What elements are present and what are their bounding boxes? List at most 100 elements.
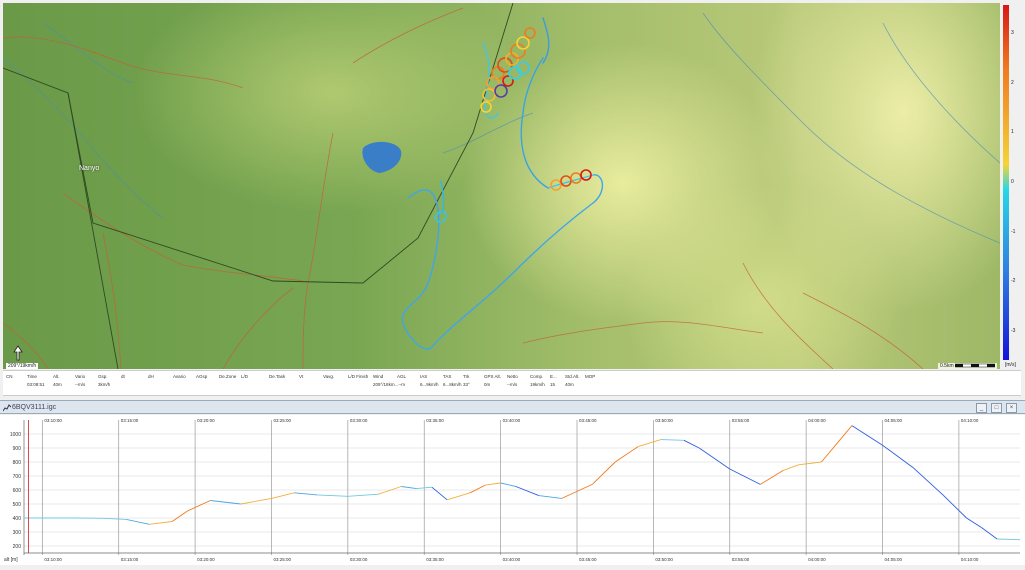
y-axis-label: alt [m] <box>4 557 18 563</box>
lake <box>362 142 401 173</box>
info-value: 0m <box>484 382 490 387</box>
wind-readout: 209°/19km/h <box>6 363 38 369</box>
info-header: Vario <box>75 374 85 379</box>
altitude-line-segment <box>432 487 447 500</box>
info-value: 40m <box>53 382 62 387</box>
graph-icon <box>3 404 11 412</box>
river-lines <box>3 13 1000 243</box>
info-header: Time <box>27 374 37 379</box>
x-tick-label: 04:00:00 <box>808 557 826 562</box>
altitude-line-segment <box>149 522 172 525</box>
altitude-line-segment <box>944 496 967 518</box>
x-tick-label-top: 03:10:00 <box>44 418 62 423</box>
x-tick-label: 03:30:00 <box>350 557 368 562</box>
altitude-line-segment <box>684 440 699 448</box>
info-value: 6...8km/h <box>443 382 462 387</box>
map-view[interactable]: Nanyo 209°/19km/h 0.5km <box>3 3 1000 369</box>
altitude-line-segment <box>699 448 730 469</box>
altitude-line-segment <box>348 494 379 496</box>
altitude-line-segment <box>997 539 1020 540</box>
info-header: Vavg. <box>323 374 334 379</box>
info-header: Std.Alt. <box>565 374 580 379</box>
color-scale-label: 1 <box>1011 129 1014 135</box>
altitude-line-segment <box>187 501 210 512</box>
x-tick-label-top: 03:15:00 <box>121 418 139 423</box>
x-tick-label-top: 03:35:00 <box>426 418 444 423</box>
y-tick-label: 500 <box>13 502 22 508</box>
info-value: 33° <box>463 382 470 387</box>
x-tick-label: 04:10:00 <box>961 557 979 562</box>
info-header: Vt <box>299 374 303 379</box>
minimize-button[interactable]: _ <box>976 403 987 413</box>
info-header: Comp. <box>530 374 543 379</box>
y-tick-label: 600 <box>13 488 22 494</box>
x-tick-label-top: 03:45:00 <box>579 418 597 423</box>
vario-color-scale <box>1003 5 1009 360</box>
altitude-line-segment <box>447 493 470 500</box>
altitude-line-segment <box>883 445 914 467</box>
altitude-chart-svg[interactable]: 200300400500600700800900100003:10:0003:1… <box>0 415 1025 565</box>
color-scale-label: 3 <box>1011 30 1014 36</box>
altitude-line-segment <box>913 468 944 496</box>
x-tick-label: 03:15:00 <box>121 557 139 562</box>
x-tick-label: 03:20:00 <box>197 557 215 562</box>
altitude-line-segment <box>516 487 539 496</box>
altitude-line-segment <box>615 447 638 462</box>
panel-titlebar: 6BQV3111.igc _ □ × <box>0 400 1025 414</box>
x-tick-label: 03:50:00 <box>655 557 673 562</box>
close-button[interactable]: × <box>1006 403 1017 413</box>
altitude-line-segment <box>172 511 187 522</box>
x-tick-label-top: 03:30:00 <box>350 418 368 423</box>
panel-title: 6BQV3111.igc <box>12 404 56 411</box>
info-header: E... <box>550 374 557 379</box>
altitude-line-segment <box>638 440 661 447</box>
altitude-line-segment <box>241 498 272 504</box>
x-tick-label-top: 04:10:00 <box>961 418 979 423</box>
altitude-line-segment <box>730 469 761 484</box>
x-tick-label-top: 03:40:00 <box>503 418 521 423</box>
maximize-button[interactable]: □ <box>991 403 1002 413</box>
x-tick-label-top: 04:00:00 <box>808 418 826 423</box>
x-tick-label: 03:10:00 <box>44 557 62 562</box>
altitude-line-segment <box>760 470 783 484</box>
altitude-line-segment <box>967 518 982 528</box>
info-value: 3km/h <box>98 382 110 387</box>
info-header: dt <box>121 374 125 379</box>
x-tick-label-top: 04:05:00 <box>885 418 903 423</box>
info-value: 209°/18km...--m <box>373 382 405 387</box>
altitude-line-segment <box>783 465 798 471</box>
y-tick-label: 200 <box>13 544 22 550</box>
road-lines <box>3 8 923 369</box>
color-scale-label: -1 <box>1011 229 1015 235</box>
info-header: De.Zone <box>219 374 236 379</box>
info-header: MOP <box>585 374 595 379</box>
info-header: Alt. <box>53 374 60 379</box>
x-tick-label-top: 03:20:00 <box>197 418 215 423</box>
info-header: AGL <box>397 374 406 379</box>
map-canvas[interactable] <box>3 3 1000 369</box>
info-header: L/D <box>241 374 248 379</box>
info-value: --m/s <box>75 382 85 387</box>
altitude-line-segment <box>210 501 241 505</box>
y-tick-label: 800 <box>13 460 22 466</box>
flight-info-table: CNTime03:08:51Alt.40mVario--m/sGsp.3km/h… <box>3 370 1021 396</box>
altitude-line-segment <box>982 528 997 539</box>
x-tick-label: 03:25:00 <box>273 557 291 562</box>
color-scale-label: -2 <box>1011 278 1015 284</box>
altitude-line-segment <box>798 462 821 465</box>
town-label: Nanyo <box>79 165 99 172</box>
altitude-chart[interactable]: 200300400500600700800900100003:10:0003:1… <box>0 415 1025 565</box>
info-header: Avario <box>173 374 186 379</box>
flight-track <box>402 18 602 349</box>
info-value: --m/s <box>507 382 517 387</box>
compass-arrow-icon <box>11 345 25 361</box>
info-header: CN <box>6 374 13 379</box>
info-header: Gsp. <box>98 374 108 379</box>
info-header: Wind <box>373 374 383 379</box>
altitude-line-segment <box>271 493 294 499</box>
info-header: TAS <box>443 374 451 379</box>
altitude-line-segment <box>539 496 562 499</box>
x-tick-label-top: 03:25:00 <box>273 418 291 423</box>
y-tick-label: 400 <box>13 516 22 522</box>
info-header: Trk <box>463 374 469 379</box>
